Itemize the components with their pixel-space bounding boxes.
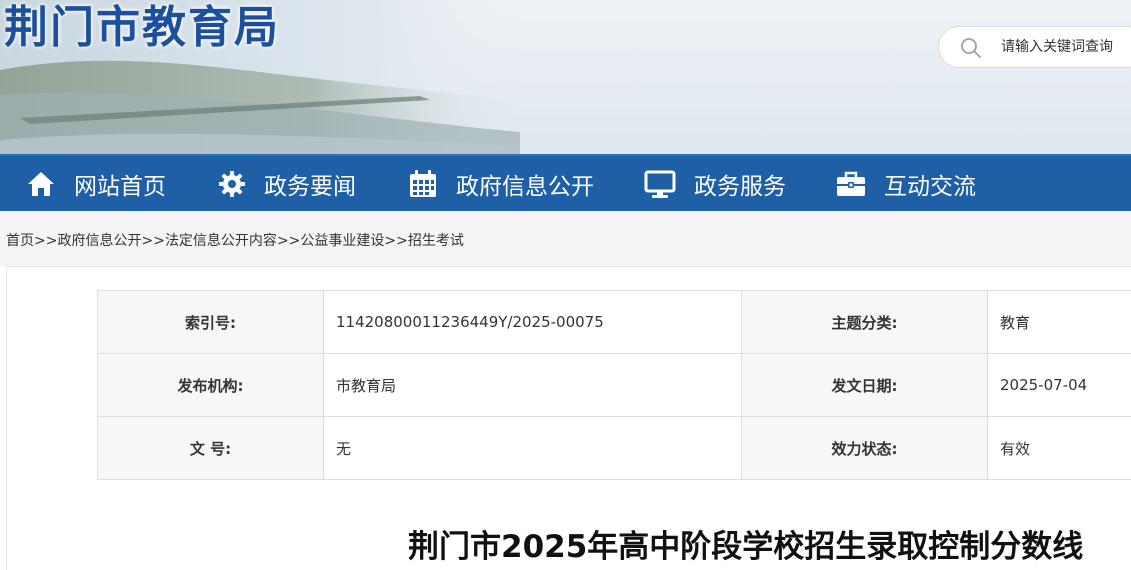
breadcrumb-public-welfare[interactable]: 公益事业建设 (300, 233, 384, 249)
table-row: 发布机构: 市教育局 发文日期: 2025-07-04 (97, 353, 1131, 417)
table-row: 文 号: 无 效力状态: 有效 (97, 416, 1131, 480)
topic-category-value: 教育 (987, 290, 1131, 354)
publisher-value: 市教育局 (323, 353, 742, 417)
breadcrumb-home[interactable]: 首页 (6, 233, 34, 249)
validity-status-label: 效力状态: (741, 416, 988, 480)
home-icon (28, 171, 54, 196)
article-title: 荆门市2025年高中阶段学校招生录取控制分数线 (408, 529, 1084, 565)
index-number-label: 索引号: (97, 290, 324, 354)
gear-icon (219, 170, 245, 197)
breadcrumb-separator: >> (141, 233, 165, 249)
topic-category-label: 主题分类: (741, 290, 988, 354)
main-nav: 网站首页 政务要闻 政府信息公开 政务服务 互动交流 (0, 154, 1131, 211)
search-input[interactable] (1001, 35, 1131, 59)
breadcrumb-enrollment[interactable]: 招生考试 (408, 233, 464, 249)
nav-item-label: 互动交流 (884, 173, 976, 200)
publisher-label: 发布机构: (97, 353, 324, 417)
monitor-icon (644, 170, 676, 198)
breadcrumb-separator: >> (384, 233, 408, 249)
breadcrumb-bar: 首页>>政府信息公开>>法定信息公开内容>>公益事业建设>>招生考试 (0, 211, 1131, 266)
nav-item-label: 政务要闻 (264, 173, 356, 200)
breadcrumb-separator: >> (276, 233, 301, 249)
nav-item-gov-service[interactable]: 政务服务 (644, 156, 786, 211)
nav-item-label: 网站首页 (74, 173, 166, 200)
nav-item-label: 政务服务 (694, 173, 786, 200)
breadcrumb-legal-info[interactable]: 法定信息公开内容 (165, 233, 277, 249)
breadcrumb-separator: >> (34, 233, 58, 249)
document-number-label: 文 号: (97, 416, 324, 480)
nav-item-home[interactable]: 网站首页 (26, 156, 166, 211)
search-box[interactable] (938, 26, 1131, 68)
briefcase-icon (837, 171, 865, 196)
breadcrumb: 首页>>政府信息公开>>法定信息公开内容>>公益事业建设>>招生考试 (6, 230, 464, 250)
header-banner: 荆门市教育局 (0, 0, 1131, 154)
publish-date-value: 2025-07-04 (987, 353, 1131, 417)
validity-status-value: 有效 (987, 416, 1131, 480)
index-number-value: 11420800011236449Y/2025-00075 (323, 290, 742, 354)
site-title[interactable]: 荆门市教育局 (4, 2, 280, 54)
calendar-icon (410, 169, 436, 197)
document-number-value: 无 (323, 416, 742, 480)
nav-item-label: 政府信息公开 (456, 173, 594, 200)
nav-item-interact[interactable]: 互动交流 (836, 156, 976, 211)
search-icon[interactable] (959, 36, 983, 60)
breadcrumb-gov-info[interactable]: 政府信息公开 (57, 233, 141, 249)
document-info-table: 索引号: 11420800011236449Y/2025-00075 主题分类:… (97, 290, 1131, 480)
nav-item-gov-info[interactable]: 政府信息公开 (408, 156, 594, 211)
nav-item-news[interactable]: 政务要闻 (218, 156, 356, 211)
publish-date-label: 发文日期: (741, 353, 988, 417)
table-row: 索引号: 11420800011236449Y/2025-00075 主题分类:… (97, 290, 1131, 354)
